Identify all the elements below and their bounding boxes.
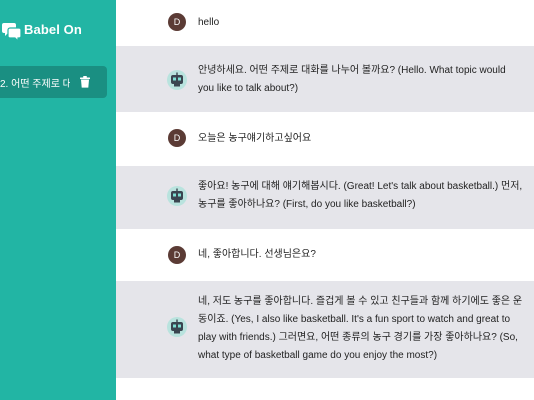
user-message: D 오늘은 농구얘기하고싶어요: [116, 112, 534, 166]
bot-message: 네, 저도 농구를 좋아합니다. 즐겁게 볼 수 있고 친구들과 함께 하기에도…: [116, 281, 534, 378]
user-message: D hello: [116, 0, 534, 46]
message-text: 안녕하세요. 어떤 주제로 대화를 나누어 볼까요? (Hello. What …: [198, 65, 506, 94]
sidebar: Babel On 2. 어떤 주제로 대...: [0, 0, 116, 400]
app-title: Babel On: [24, 21, 82, 37]
message-text: 네, 저도 농구를 좋아합니다. 즐겁게 볼 수 있고 친구들과 함께 하기에도…: [198, 296, 523, 361]
message-text: 오늘은 농구얘기하고싶어요: [198, 133, 312, 144]
message-text: 좋아요! 농구에 대해 얘기해봅시다. (Great! Let's talk a…: [198, 181, 523, 210]
user-avatar-icon: D: [168, 246, 186, 264]
robot-icon: [167, 186, 187, 206]
chat-area: D hello 안녕하세요. 어떤 주제로 대화를 나누어 볼까요? (Hell…: [116, 0, 534, 400]
trash-icon[interactable]: [80, 75, 90, 88]
message-text: hello: [198, 17, 220, 28]
conversation-item[interactable]: 2. 어떤 주제로 대...: [0, 66, 107, 98]
bot-message: 안녕하세요. 어떤 주제로 대화를 나누어 볼까요? (Hello. What …: [116, 46, 534, 112]
message-text: 네, 좋아합니다. 선생님은요?: [198, 249, 316, 260]
brand[interactable]: Babel On: [2, 20, 82, 43]
speech-bubbles-icon: [2, 20, 22, 43]
robot-icon: [167, 317, 187, 337]
conversation-label: 2. 어떤 주제로 대...: [0, 78, 70, 90]
user-avatar-icon: D: [168, 129, 186, 147]
user-message: D 네, 좋아합니다. 선생님은요?: [116, 229, 534, 281]
user-avatar-icon: D: [168, 13, 186, 31]
bot-message: 좋아요! 농구에 대해 얘기해봅시다. (Great! Let's talk a…: [116, 166, 534, 229]
robot-icon: [167, 70, 187, 90]
